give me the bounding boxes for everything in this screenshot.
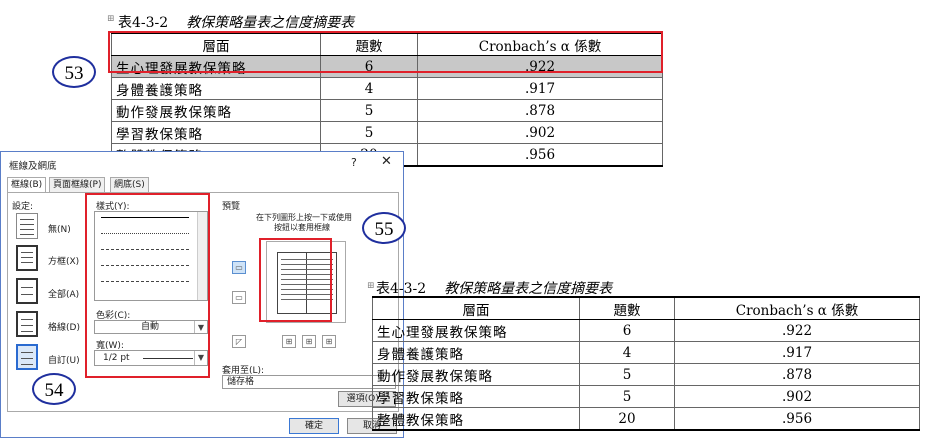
caption-number: 表4-3-2 bbox=[376, 281, 427, 297]
table-row[interactable]: 動作發展教保策略 5 .878 bbox=[111, 99, 663, 122]
table-header-row: 層面 題數 Cronbach’s α 係數 bbox=[372, 296, 920, 320]
table-cell[interactable]: 生心理發展教保策略 bbox=[372, 319, 580, 342]
diagonal-down-button[interactable]: ◸ bbox=[232, 335, 246, 348]
close-icon[interactable]: ✕ bbox=[381, 154, 392, 169]
table-cell[interactable]: .902 bbox=[674, 385, 920, 408]
setting-box-icon[interactable] bbox=[16, 245, 38, 271]
bottom-table-caption: 表4-3-2 教保策略量表之信度摘要表 bbox=[376, 278, 612, 298]
right-border-button[interactable]: ⊞ bbox=[322, 335, 336, 348]
table-cell[interactable]: 4 bbox=[579, 341, 675, 364]
highlight-box-53 bbox=[108, 31, 663, 73]
tab-borders[interactable]: 框線(B) bbox=[7, 177, 47, 193]
table-cell[interactable]: 6 bbox=[579, 319, 675, 342]
table-cell[interactable]: 整體教保策略 bbox=[372, 407, 580, 431]
table-cell[interactable]: 動作發展教保策略 bbox=[111, 99, 321, 122]
preview-label: 預覽 bbox=[222, 202, 241, 212]
table-move-handle[interactable]: ⊞ bbox=[107, 14, 115, 24]
ok-button[interactable]: 確定 bbox=[289, 418, 339, 434]
inside-vertical-button[interactable]: ⊞ bbox=[302, 335, 316, 348]
tab-page-border[interactable]: 頁面框線(P) bbox=[49, 177, 106, 192]
setting-grid-icon[interactable] bbox=[16, 311, 38, 337]
table-cell[interactable]: 身體養護策略 bbox=[111, 77, 321, 100]
header-cell[interactable]: 層面 bbox=[372, 296, 580, 320]
setting-custom-icon[interactable] bbox=[16, 344, 38, 370]
setting-box-label[interactable]: 方框(X) bbox=[48, 254, 79, 267]
table-cell[interactable]: 5 bbox=[579, 385, 675, 408]
table-row[interactable]: 學習教保策略 5 .902 bbox=[372, 385, 920, 408]
table-cell[interactable]: 5 bbox=[579, 363, 675, 386]
table-cell[interactable]: 5 bbox=[320, 99, 418, 122]
table-row[interactable]: 學習教保策略 5 .902 bbox=[111, 121, 663, 144]
table-cell[interactable]: .917 bbox=[417, 77, 663, 100]
caption-title: 教保策略量表之信度摘要表 bbox=[444, 281, 613, 297]
table-row[interactable]: 身體養護策略 4 .917 bbox=[111, 77, 663, 100]
table-row[interactable]: 整體教保策略 20 .956 bbox=[372, 407, 920, 431]
table-cell[interactable]: 5 bbox=[320, 121, 418, 144]
left-border-button[interactable]: ⊞ bbox=[282, 335, 296, 348]
apply-to-value: 儲存格 bbox=[227, 377, 255, 387]
table-cell[interactable]: 學習教保策略 bbox=[111, 121, 321, 144]
highlight-box-55 bbox=[259, 238, 332, 322]
table-cell[interactable]: .917 bbox=[674, 341, 920, 364]
top-table-caption: 表4-3-2 教保策略量表之信度摘要表 bbox=[118, 12, 354, 32]
table-cell[interactable]: .922 bbox=[674, 319, 920, 342]
top-border-button[interactable]: ▭ bbox=[232, 261, 246, 274]
table-cell[interactable]: 學習教保策略 bbox=[372, 385, 580, 408]
table-cell[interactable]: 動作發展教保策略 bbox=[372, 363, 580, 386]
table-row[interactable]: 動作發展教保策略 5 .878 bbox=[372, 363, 920, 386]
setting-all-label[interactable]: 全部(A) bbox=[48, 287, 79, 300]
setting-grid-label[interactable]: 格線(D) bbox=[48, 320, 80, 333]
table-cell[interactable]: 20 bbox=[579, 407, 675, 431]
table-cell[interactable]: .878 bbox=[417, 99, 663, 122]
table-row[interactable]: 生心理發展教保策略 6 .922 bbox=[372, 319, 920, 342]
table-cell[interactable]: .902 bbox=[417, 121, 663, 144]
callout-55: 55 bbox=[362, 212, 406, 244]
table-cell[interactable]: .956 bbox=[674, 407, 920, 431]
table-cell[interactable]: 身體養護策略 bbox=[372, 341, 580, 364]
setting-none-icon[interactable] bbox=[16, 213, 38, 239]
settings-label: 設定: bbox=[12, 202, 34, 212]
header-cell[interactable]: Cronbach’s α 係數 bbox=[674, 296, 920, 320]
highlight-box-54 bbox=[85, 193, 210, 378]
caption-title: 教保策略量表之信度摘要表 bbox=[186, 15, 355, 31]
bottom-table: 層面 題數 Cronbach’s α 係數 生心理發展教保策略 6 .922 身… bbox=[372, 296, 920, 431]
table-cell[interactable]: .878 bbox=[674, 363, 920, 386]
help-icon[interactable]: ? bbox=[351, 156, 357, 169]
callout-53: 53 bbox=[52, 56, 96, 88]
table-row[interactable]: 身體養護策略 4 .917 bbox=[372, 341, 920, 364]
callout-54: 54 bbox=[32, 373, 76, 405]
inside-horizontal-button[interactable]: ▭ bbox=[232, 291, 246, 304]
table-move-handle[interactable]: ⊞ bbox=[367, 281, 375, 291]
caption-number: 表4-3-2 bbox=[118, 15, 169, 31]
table-cell[interactable]: .956 bbox=[417, 143, 663, 167]
apply-to-select[interactable]: 儲存格 bbox=[222, 375, 396, 389]
header-cell[interactable]: 題數 bbox=[579, 296, 675, 320]
setting-none-label[interactable]: 無(N) bbox=[48, 222, 71, 235]
preview-hint-2: 按鈕以套用框線 bbox=[274, 223, 330, 232]
setting-custom-label[interactable]: 自訂(U) bbox=[48, 353, 80, 366]
setting-all-icon[interactable] bbox=[16, 278, 38, 304]
table-cell[interactable]: 4 bbox=[320, 77, 418, 100]
tab-shading[interactable]: 網底(S) bbox=[110, 177, 149, 192]
dialog-title: 框線及網底 bbox=[9, 161, 57, 172]
